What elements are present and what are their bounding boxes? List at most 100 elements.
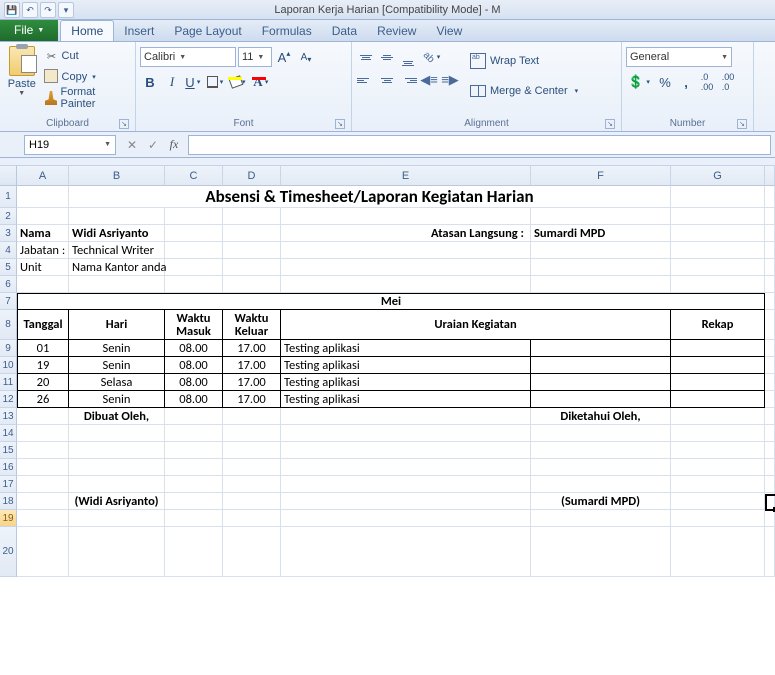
row-header[interactable]: 6: [0, 276, 17, 293]
cell-grid[interactable]: A B C D E F G Absensi & Timesheet/Lapora…: [17, 166, 775, 577]
format-painter-button[interactable]: Format Painter: [42, 88, 131, 108]
align-left-button[interactable]: [356, 70, 376, 90]
copy-button[interactable]: Copy▾: [42, 67, 131, 87]
table-cell: Testing aplikasi: [281, 374, 531, 391]
row-header[interactable]: 3: [0, 225, 17, 242]
tab-formulas[interactable]: Formulas: [252, 21, 322, 41]
merge-icon: [470, 85, 486, 97]
sheet-title: Absensi & Timesheet/Laporan Kegiatan Har…: [69, 186, 671, 208]
row-header[interactable]: 2: [0, 208, 17, 225]
cancel-formula-button[interactable]: ✕: [122, 135, 142, 155]
col-header[interactable]: C: [165, 166, 223, 186]
table-cell: 20: [17, 374, 69, 391]
file-tab[interactable]: File▼: [0, 19, 58, 41]
hdr-uraian: Uraian Kegiatan: [281, 310, 671, 340]
row-header[interactable]: 10: [0, 357, 17, 374]
fx-button[interactable]: fx: [164, 135, 184, 155]
shrink-font-button[interactable]: A▾: [296, 47, 316, 67]
font-color-button[interactable]: A▾: [252, 72, 272, 92]
fill-color-button[interactable]: ▾: [228, 72, 248, 92]
ribbon: Paste ▼ ✂Cut Copy▾ Format Painter Clipbo…: [0, 42, 775, 132]
font-name-combo[interactable]: Calibri▼: [140, 47, 236, 67]
save-button[interactable]: 💾: [4, 2, 20, 18]
col-header[interactable]: E: [281, 166, 531, 186]
group-label-clipboard: Clipboard↘: [4, 117, 131, 131]
row-header[interactable]: 9: [0, 340, 17, 357]
col-header[interactable]: F: [531, 166, 671, 186]
row-header[interactable]: 13: [0, 408, 17, 425]
col-header[interactable]: [765, 166, 775, 186]
row-header[interactable]: 16: [0, 459, 17, 476]
wrap-text-button[interactable]: Wrap Text: [466, 47, 582, 75]
grow-font-button[interactable]: A▴: [274, 47, 294, 67]
clipboard-launcher[interactable]: ↘: [119, 119, 129, 129]
cut-button[interactable]: ✂Cut: [42, 46, 131, 66]
col-header[interactable]: G: [671, 166, 765, 186]
number-launcher[interactable]: ↘: [737, 119, 747, 129]
wrap-icon: [470, 53, 486, 69]
row-header[interactable]: 4: [0, 242, 17, 259]
orientation-button[interactable]: ab▾: [419, 47, 447, 67]
row-header[interactable]: 12: [0, 391, 17, 408]
alignment-launcher[interactable]: ↘: [605, 119, 615, 129]
table-cell: 01: [17, 340, 69, 357]
increase-indent-button[interactable]: ≡▶: [440, 70, 460, 90]
decrease-indent-button[interactable]: ◀≡: [419, 70, 439, 90]
table-cell: 08.00: [165, 340, 223, 357]
row-header[interactable]: 15: [0, 442, 17, 459]
merge-center-button[interactable]: Merge & Center▾: [466, 77, 582, 105]
select-all-corner[interactable]: [0, 166, 17, 186]
paste-button[interactable]: Paste ▼: [4, 44, 40, 117]
align-center-button[interactable]: [377, 70, 397, 90]
table-cell: 08.00: [165, 391, 223, 408]
row-header[interactable]: 1: [0, 186, 17, 208]
row-header[interactable]: 5: [0, 259, 17, 276]
align-right-button[interactable]: [398, 70, 418, 90]
align-bottom-button[interactable]: [398, 47, 418, 67]
row-header[interactable]: 18: [0, 493, 17, 510]
value-nama: Widi Asriyanto: [69, 225, 165, 242]
undo-button[interactable]: ↶: [22, 2, 38, 18]
font-size-combo[interactable]: 11▼: [238, 47, 272, 67]
name-box[interactable]: H19▼: [24, 135, 116, 155]
row-header[interactable]: 19: [0, 510, 17, 527]
col-header[interactable]: A: [17, 166, 69, 186]
align-center-icon: [378, 71, 396, 89]
row-header[interactable]: 8: [0, 310, 17, 340]
qat-customize[interactable]: ▾: [58, 2, 74, 18]
tab-page-layout[interactable]: Page Layout: [164, 21, 251, 41]
comma-button[interactable]: ,: [676, 72, 696, 92]
align-top-button[interactable]: [356, 47, 376, 67]
border-button[interactable]: ▾: [206, 72, 226, 92]
row-header[interactable]: 14: [0, 425, 17, 442]
decrease-decimal-button[interactable]: .00.0: [718, 72, 738, 92]
value-jabatan: Technical Writer: [69, 242, 165, 259]
bold-button[interactable]: B: [140, 72, 160, 92]
tab-insert[interactable]: Insert: [114, 21, 164, 41]
increase-decimal-button[interactable]: .0.00: [697, 72, 717, 92]
col-header[interactable]: D: [223, 166, 281, 186]
label-nama: Nama: [17, 225, 69, 242]
accounting-format-button[interactable]: 💲▾: [626, 72, 654, 92]
row-header[interactable]: 11: [0, 374, 17, 391]
hdr-tanggal: Tanggal: [17, 310, 69, 340]
italic-button[interactable]: I: [162, 72, 182, 92]
tab-home[interactable]: Home: [60, 20, 114, 41]
indent-left-icon: ◀≡: [420, 72, 438, 88]
formula-bar[interactable]: [188, 135, 771, 155]
tab-review[interactable]: Review: [367, 21, 426, 41]
col-header[interactable]: B: [69, 166, 165, 186]
font-launcher[interactable]: ↘: [335, 119, 345, 129]
tab-data[interactable]: Data: [322, 21, 367, 41]
tab-view[interactable]: View: [426, 21, 472, 41]
table-cell: Testing aplikasi: [281, 357, 531, 374]
redo-button[interactable]: ↷: [40, 2, 56, 18]
row-header[interactable]: 20: [0, 527, 17, 577]
row-header[interactable]: 17: [0, 476, 17, 493]
number-format-combo[interactable]: General▼: [626, 47, 732, 67]
percent-button[interactable]: %: [655, 72, 675, 92]
row-header[interactable]: 7: [0, 293, 17, 310]
underline-button[interactable]: U▾: [184, 72, 204, 92]
enter-formula-button[interactable]: ✓: [143, 135, 163, 155]
align-middle-button[interactable]: [377, 47, 397, 67]
